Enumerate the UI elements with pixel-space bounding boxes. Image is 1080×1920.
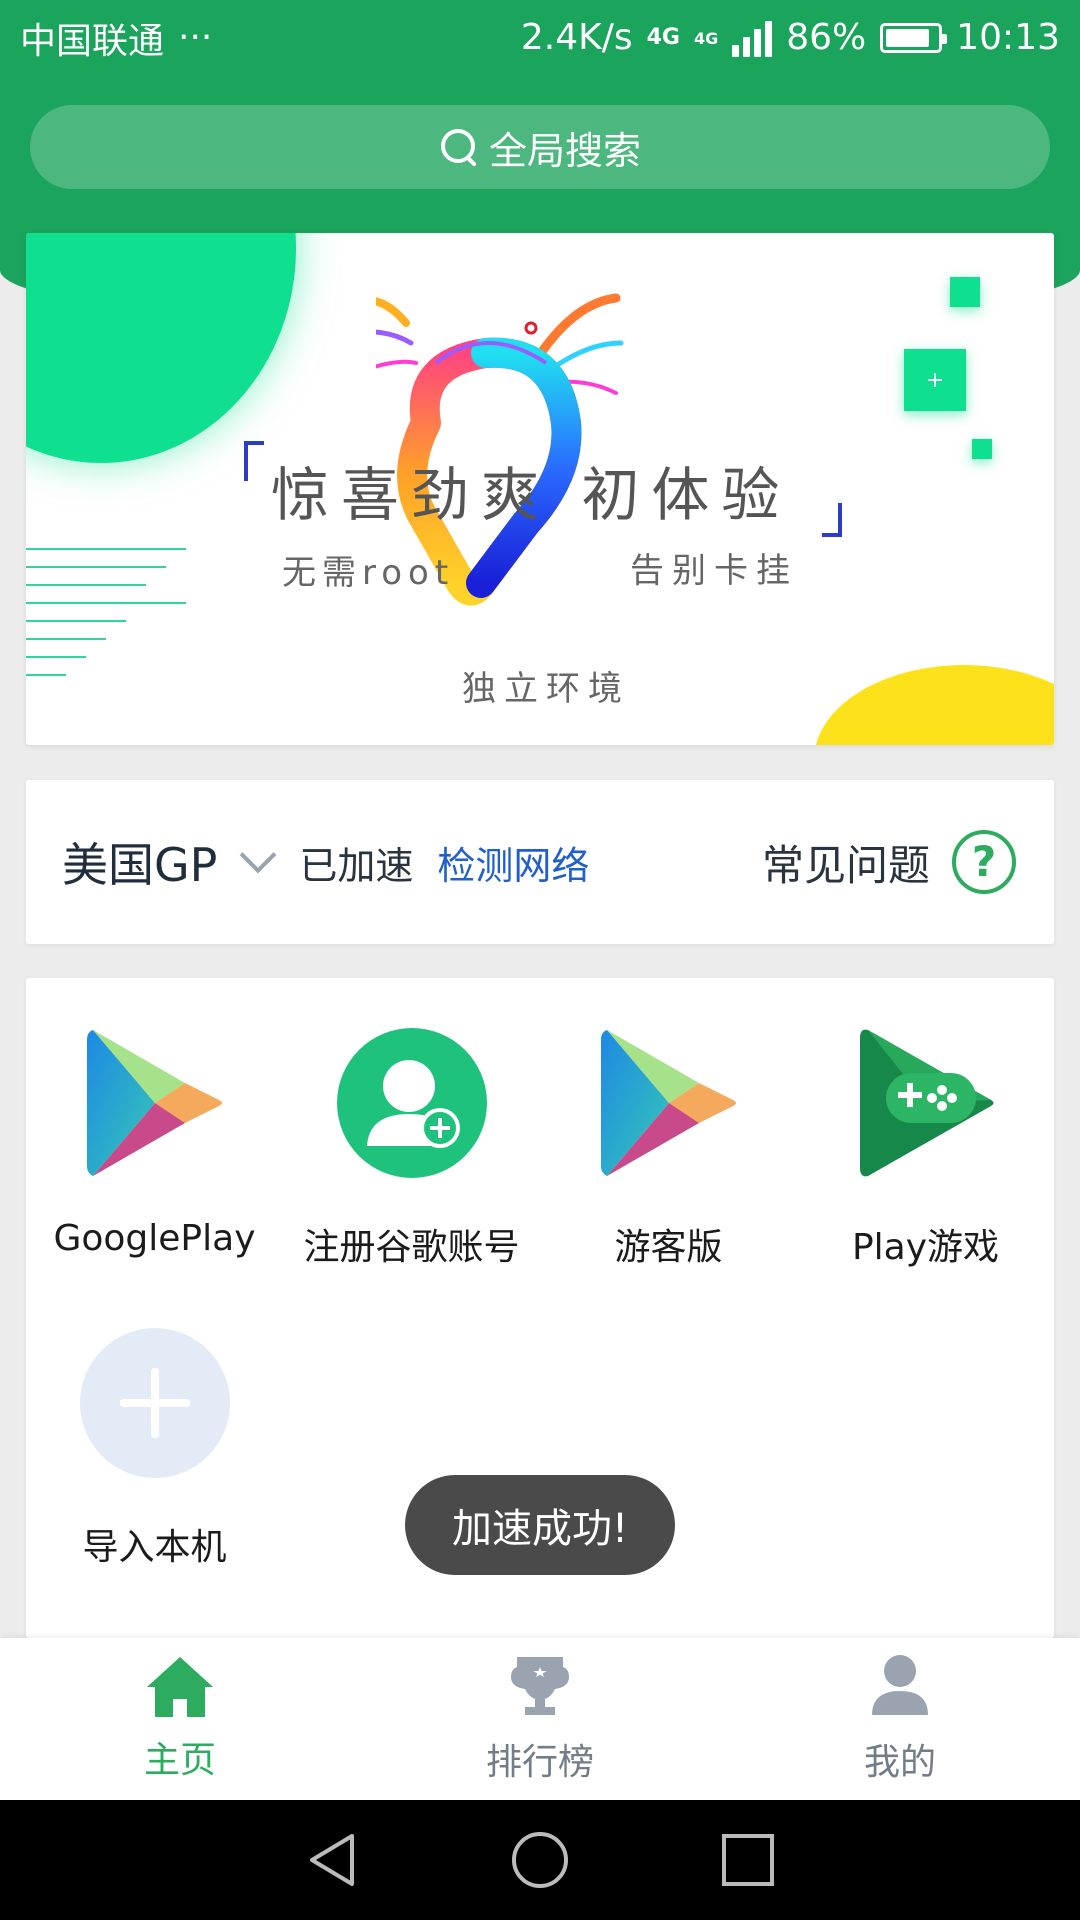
system-navigation-bar: [0, 1800, 1080, 1920]
signal-icon: [732, 19, 773, 57]
status-bar: 中国联通 ··· 2.4K/s 4G 4G 86% 10:13: [0, 0, 1080, 75]
person-icon: [872, 1655, 928, 1715]
more-notifications-icon: ···: [178, 17, 213, 58]
banner-small-square-decoration: [972, 439, 992, 459]
tab-home[interactable]: 主页: [0, 1638, 360, 1800]
tab-leaderboard[interactable]: 排行榜: [360, 1638, 720, 1800]
banner-square-decoration: [950, 277, 980, 307]
battery-percent: 86%: [786, 17, 867, 58]
banner-lines-decoration: [26, 548, 186, 692]
network-type-small: 4G: [693, 29, 719, 48]
banner-green-blob: [26, 233, 296, 463]
chevron-down-icon[interactable]: [240, 836, 277, 874]
app-import-local[interactable]: 导入本机: [26, 1328, 283, 1570]
app-label: 游客版: [614, 1227, 723, 1268]
tab-label: 我的: [863, 1742, 936, 1783]
banner-bracket-left: [244, 441, 264, 481]
banner-subtitle-bottom: 独立环境: [462, 669, 630, 709]
banner-subtitle-left: 无需root: [282, 553, 455, 593]
app-label: 导入本机: [82, 1527, 227, 1568]
battery-icon: [880, 22, 948, 53]
promo-banner[interactable]: + 惊喜劲爽 初体验 无需root 告别卡挂 独立环境: [26, 233, 1054, 745]
app-google-play[interactable]: GooglePlay: [26, 1028, 283, 1259]
global-search-bar[interactable]: 全局搜索: [30, 105, 1050, 189]
net-speed: 2.4K/s: [520, 17, 633, 58]
play-games-icon: [851, 1028, 1001, 1178]
region-selector[interactable]: 美国GP: [62, 829, 217, 895]
app-play-games[interactable]: Play游戏: [797, 1028, 1054, 1270]
home-button-icon[interactable]: [510, 1830, 570, 1890]
search-label: 全局搜索: [488, 128, 641, 173]
home-icon: [147, 1657, 213, 1717]
bottom-navigation: 主页 排行榜 我的: [0, 1638, 1080, 1800]
faq-button[interactable]: 常见问题 ?: [762, 830, 1016, 894]
clock: 10:13: [956, 17, 1060, 58]
add-account-icon: [336, 1028, 487, 1178]
google-play-icon: [80, 1028, 230, 1178]
carrier-name: 中国联通: [20, 20, 165, 62]
app-register-google-account[interactable]: 注册谷歌账号: [283, 1028, 540, 1270]
trophy-icon: [511, 1657, 569, 1715]
app-label: 注册谷歌账号: [303, 1227, 520, 1268]
banner-bracket-right: [822, 503, 842, 537]
banner-yellow-blob: [814, 665, 1054, 745]
help-icon: ?: [952, 830, 1016, 894]
search-icon: [439, 127, 479, 167]
tab-label: 排行榜: [485, 1742, 594, 1783]
tab-label: 主页: [143, 1740, 216, 1781]
banner-subtitle-right: 告别卡挂: [630, 551, 798, 591]
faq-label: 常见问题: [761, 840, 930, 890]
banner-plus-square-decoration: +: [904, 349, 966, 411]
plus-icon: [79, 1328, 230, 1478]
google-play-icon: [594, 1028, 744, 1178]
app-guest-version[interactable]: 游客版: [540, 1028, 797, 1270]
app-label: Play游戏: [851, 1227, 1000, 1268]
recents-icon[interactable]: [720, 1832, 776, 1888]
tab-profile[interactable]: 我的: [720, 1638, 1080, 1800]
toast-message: 加速成功!: [405, 1475, 675, 1575]
back-icon[interactable]: [304, 1830, 360, 1890]
banner-title: 惊喜劲爽 初体验: [271, 461, 792, 529]
status-left: 中国联通 ···: [20, 12, 212, 64]
app-label: GooglePlay: [53, 1218, 256, 1259]
network-type-icon: 4G: [646, 24, 680, 50]
status-right: 2.4K/s 4G 4G 86% 10:13: [521, 17, 1060, 58]
acceleration-status: 已加速: [299, 843, 414, 888]
detect-network-link[interactable]: 检测网络: [437, 835, 589, 890]
region-card: 美国GP 已加速 检测网络 常见问题 ?: [26, 780, 1054, 944]
